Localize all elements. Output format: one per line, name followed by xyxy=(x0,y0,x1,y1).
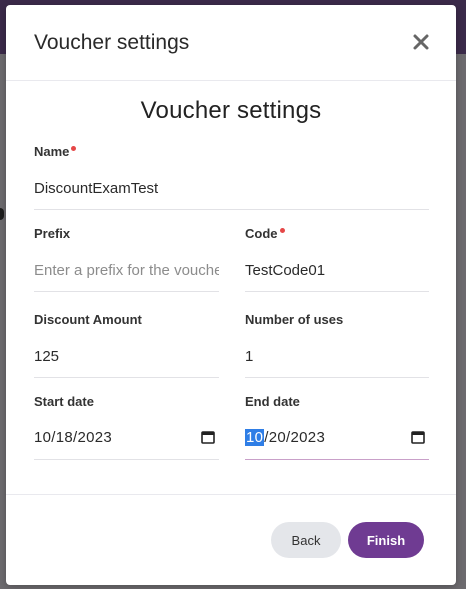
end-date-input[interactable]: 10/20/2023 xyxy=(245,427,429,460)
finish-button[interactable]: Finish xyxy=(348,522,424,558)
calendar-icon[interactable] xyxy=(411,430,425,444)
end-date-label: End date xyxy=(245,394,300,409)
required-indicator xyxy=(71,146,77,151)
prefix-field: Prefix xyxy=(34,226,219,292)
code-input[interactable] xyxy=(245,259,429,292)
modal-title: Voucher settings xyxy=(34,31,190,54)
background-element xyxy=(0,208,4,220)
discount-amount-label: Discount Amount xyxy=(34,312,142,327)
discount-amount-input[interactable] xyxy=(34,345,219,378)
prefix-input[interactable] xyxy=(34,259,219,292)
voucher-settings-modal: Voucher settings Voucher settings Name P… xyxy=(6,5,456,585)
prefix-label: Prefix xyxy=(34,226,71,241)
name-input[interactable] xyxy=(34,177,429,210)
calendar-icon[interactable] xyxy=(201,430,215,444)
end-date-rest: /20/2023 xyxy=(264,429,326,446)
end-date-field: End date 10/20/2023 xyxy=(245,394,429,460)
start-date-input[interactable]: 10/18/2023 xyxy=(34,427,219,460)
end-date-month-segment[interactable]: 10 xyxy=(245,429,265,446)
code-field: Code xyxy=(245,226,429,292)
name-label: Name xyxy=(34,144,429,160)
number-of-uses-field: Number of uses xyxy=(245,312,429,378)
number-of-uses-label: Number of uses xyxy=(245,312,344,327)
start-date-label: Start date xyxy=(34,394,94,409)
number-of-uses-input[interactable] xyxy=(245,345,429,378)
close-button[interactable] xyxy=(412,33,430,51)
required-indicator xyxy=(279,228,285,233)
back-button[interactable]: Back xyxy=(271,522,341,558)
end-date-value: 10/20/2023 xyxy=(245,429,325,446)
discount-amount-field: Discount Amount xyxy=(34,312,219,378)
start-date-value: 10/18/2023 xyxy=(34,429,113,446)
footer-divider xyxy=(6,494,456,495)
close-icon xyxy=(413,34,429,50)
code-label: Code xyxy=(245,226,429,242)
name-field: Name xyxy=(34,144,429,210)
modal-header: Voucher settings xyxy=(6,5,456,81)
start-date-field: Start date 10/18/2023 xyxy=(34,394,219,460)
form-heading: Voucher settings xyxy=(140,97,322,124)
